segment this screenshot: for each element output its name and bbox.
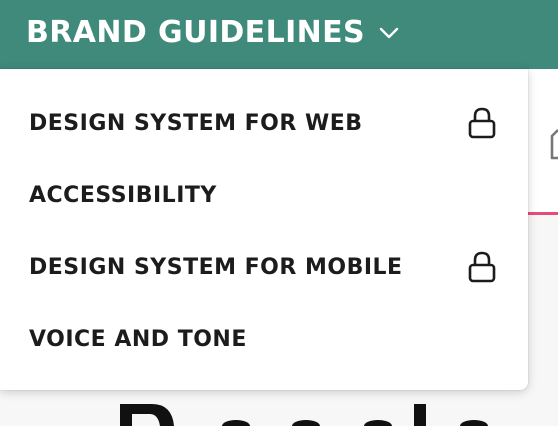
menu-item-accessibility[interactable]: ACCESSIBILITY	[0, 159, 528, 231]
lock-icon	[468, 107, 496, 139]
menu-item-design-system-for-mobile[interactable]: DESIGN SYSTEM FOR MOBILE	[0, 231, 528, 303]
chevron-down-icon	[379, 27, 399, 39]
lock-icon	[468, 251, 496, 283]
menu-item-label: DESIGN SYSTEM FOR MOBILE	[29, 254, 403, 280]
menu-title: BRAND GUIDELINES	[26, 15, 366, 50]
top-navigation-bar: BRAND GUIDELINES	[0, 0, 558, 69]
menu-item-design-system-for-web[interactable]: DESIGN SYSTEM FOR WEB	[0, 87, 528, 159]
brand-guidelines-dropdown: DESIGN SYSTEM FOR WEB ACCESSIBILITY DESI…	[0, 69, 528, 390]
menu-item-voice-and-tone[interactable]: VOICE AND TONE	[0, 303, 528, 375]
menu-item-label: VOICE AND TONE	[29, 326, 247, 352]
background-icon	[550, 129, 558, 160]
brand-guidelines-menu-toggle[interactable]: BRAND GUIDELINES	[26, 15, 399, 51]
menu-item-label: DESIGN SYSTEM FOR WEB	[29, 110, 363, 136]
background-heading-fragment	[120, 404, 488, 426]
menu-item-label: ACCESSIBILITY	[29, 182, 217, 208]
background-active-tab-indicator	[528, 212, 558, 215]
